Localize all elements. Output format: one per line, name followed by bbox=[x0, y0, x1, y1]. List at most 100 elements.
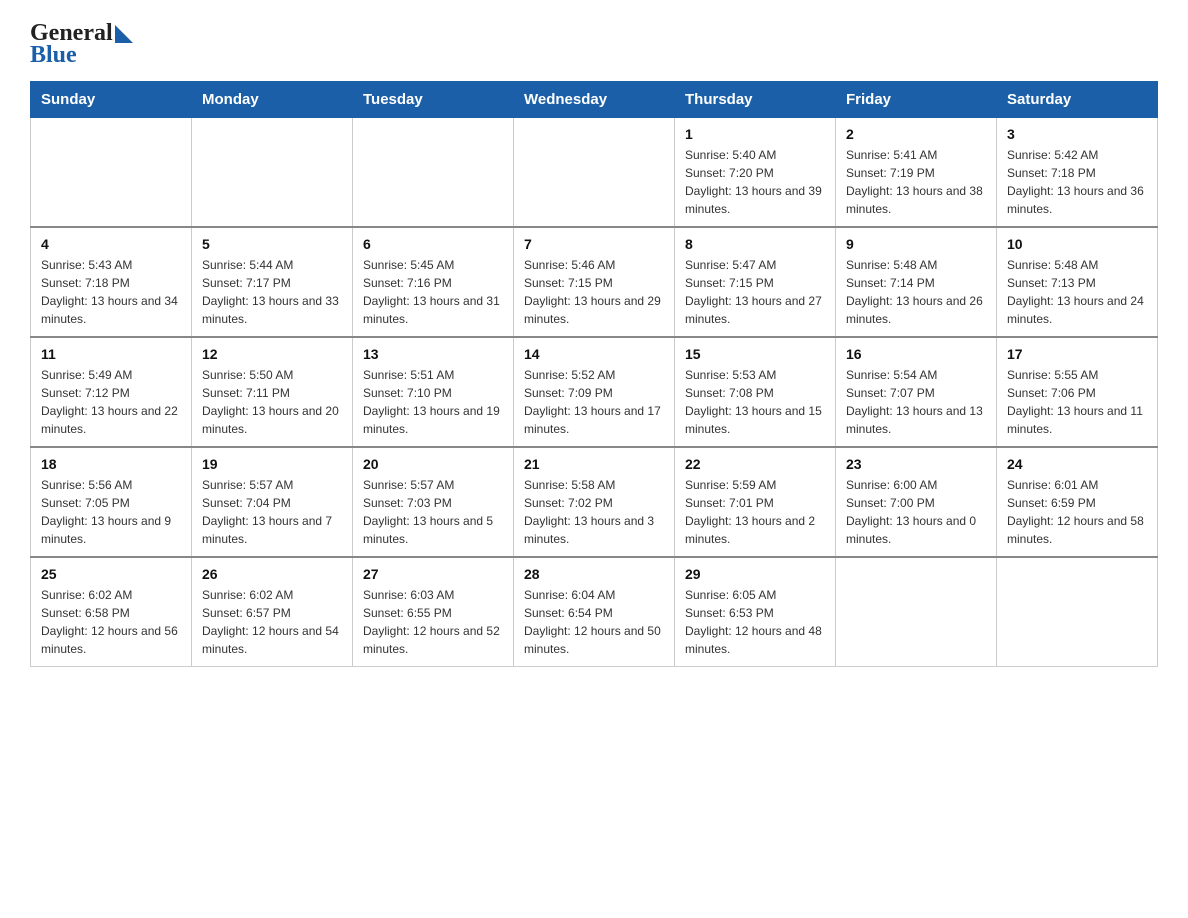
day-info: Sunrise: 5:40 AMSunset: 7:20 PMDaylight:… bbox=[685, 146, 825, 218]
day-number: 5 bbox=[202, 236, 342, 252]
calendar-day-cell: 18 Sunrise: 5:56 AMSunset: 7:05 PMDayligh… bbox=[31, 447, 192, 557]
day-number: 19 bbox=[202, 456, 342, 472]
day-number: 4 bbox=[41, 236, 181, 252]
calendar-day-cell: 28 Sunrise: 6:04 AMSunset: 6:54 PMDayligh… bbox=[514, 557, 675, 667]
calendar-day-cell bbox=[514, 117, 675, 227]
calendar-day-cell: 7 Sunrise: 5:46 AMSunset: 7:15 PMDaylight… bbox=[514, 227, 675, 337]
day-number: 16 bbox=[846, 346, 986, 362]
day-number: 26 bbox=[202, 566, 342, 582]
day-info: Sunrise: 5:49 AMSunset: 7:12 PMDaylight:… bbox=[41, 366, 181, 438]
day-info: Sunrise: 6:03 AMSunset: 6:55 PMDaylight:… bbox=[363, 586, 503, 658]
day-number: 2 bbox=[846, 126, 986, 142]
day-info: Sunrise: 5:55 AMSunset: 7:06 PMDaylight:… bbox=[1007, 366, 1147, 438]
day-number: 11 bbox=[41, 346, 181, 362]
calendar-day-header: Friday bbox=[836, 81, 997, 117]
calendar-day-cell: 13 Sunrise: 5:51 AMSunset: 7:10 PMDayligh… bbox=[353, 337, 514, 447]
calendar-day-cell: 16Sunrise: 5:54 AMSunset: 7:07 PMDayligh… bbox=[836, 337, 997, 447]
day-info: Sunrise: 5:41 AMSunset: 7:19 PMDaylight:… bbox=[846, 146, 986, 218]
day-number: 22 bbox=[685, 456, 825, 472]
day-info: Sunrise: 5:46 AMSunset: 7:15 PMDaylight:… bbox=[524, 256, 664, 328]
day-number: 1 bbox=[685, 126, 825, 142]
calendar-day-header: Tuesday bbox=[353, 81, 514, 117]
day-number: 23 bbox=[846, 456, 986, 472]
day-info: Sunrise: 6:01 AMSunset: 6:59 PMDaylight:… bbox=[1007, 476, 1147, 548]
calendar-week-row: 1 Sunrise: 5:40 AMSunset: 7:20 PMDaylight… bbox=[31, 117, 1158, 227]
day-number: 8 bbox=[685, 236, 825, 252]
calendar-day-header: Saturday bbox=[997, 81, 1158, 117]
day-number: 13 bbox=[363, 346, 503, 362]
calendar-day-cell bbox=[192, 117, 353, 227]
day-number: 9 bbox=[846, 236, 986, 252]
calendar-day-cell: 26 Sunrise: 6:02 AMSunset: 6:57 PMDayligh… bbox=[192, 557, 353, 667]
calendar-day-cell: 12 Sunrise: 5:50 AMSunset: 7:11 PMDayligh… bbox=[192, 337, 353, 447]
calendar-day-cell: 20Sunrise: 5:57 AMSunset: 7:03 PMDayligh… bbox=[353, 447, 514, 557]
calendar-day-cell: 14 Sunrise: 5:52 AMSunset: 7:09 PMDayligh… bbox=[514, 337, 675, 447]
calendar-week-row: 25 Sunrise: 6:02 AMSunset: 6:58 PMDayligh… bbox=[31, 557, 1158, 667]
day-info: Sunrise: 5:52 AMSunset: 7:09 PMDaylight:… bbox=[524, 366, 664, 438]
day-number: 7 bbox=[524, 236, 664, 252]
calendar-week-row: 18 Sunrise: 5:56 AMSunset: 7:05 PMDayligh… bbox=[31, 447, 1158, 557]
day-number: 25 bbox=[41, 566, 181, 582]
day-number: 28 bbox=[524, 566, 664, 582]
day-info: Sunrise: 5:50 AMSunset: 7:11 PMDaylight:… bbox=[202, 366, 342, 438]
day-number: 17 bbox=[1007, 346, 1147, 362]
day-number: 15 bbox=[685, 346, 825, 362]
calendar-day-header: Wednesday bbox=[514, 81, 675, 117]
calendar-day-cell bbox=[997, 557, 1158, 667]
day-number: 3 bbox=[1007, 126, 1147, 142]
calendar-day-cell: 1 Sunrise: 5:40 AMSunset: 7:20 PMDaylight… bbox=[675, 117, 836, 227]
calendar-day-cell: 9 Sunrise: 5:48 AMSunset: 7:14 PMDaylight… bbox=[836, 227, 997, 337]
day-info: Sunrise: 5:59 AMSunset: 7:01 PMDaylight:… bbox=[685, 476, 825, 548]
day-number: 27 bbox=[363, 566, 503, 582]
calendar-day-cell bbox=[353, 117, 514, 227]
day-info: Sunrise: 5:58 AMSunset: 7:02 PMDaylight:… bbox=[524, 476, 664, 548]
day-number: 29 bbox=[685, 566, 825, 582]
calendar-day-cell: 11 Sunrise: 5:49 AMSunset: 7:12 PMDayligh… bbox=[31, 337, 192, 447]
calendar-day-cell: 29 Sunrise: 6:05 AMSunset: 6:53 PMDayligh… bbox=[675, 557, 836, 667]
day-info: Sunrise: 5:48 AMSunset: 7:14 PMDaylight:… bbox=[846, 256, 986, 328]
day-info: Sunrise: 5:57 AMSunset: 7:03 PMDaylight:… bbox=[363, 476, 503, 548]
day-info: Sunrise: 6:04 AMSunset: 6:54 PMDaylight:… bbox=[524, 586, 664, 658]
logo-triangle-icon bbox=[115, 25, 133, 43]
calendar-day-cell: 8 Sunrise: 5:47 AMSunset: 7:15 PMDaylight… bbox=[675, 227, 836, 337]
calendar-day-cell bbox=[836, 557, 997, 667]
logo: General Blue bbox=[30, 20, 133, 69]
calendar-day-cell: 21 Sunrise: 5:58 AMSunset: 7:02 PMDayligh… bbox=[514, 447, 675, 557]
calendar-day-cell: 2 Sunrise: 5:41 AMSunset: 7:19 PMDaylight… bbox=[836, 117, 997, 227]
calendar-day-cell: 15 Sunrise: 5:53 AMSunset: 7:08 PMDayligh… bbox=[675, 337, 836, 447]
calendar-day-cell: 27 Sunrise: 6:03 AMSunset: 6:55 PMDayligh… bbox=[353, 557, 514, 667]
day-info: Sunrise: 6:05 AMSunset: 6:53 PMDaylight:… bbox=[685, 586, 825, 658]
day-info: Sunrise: 5:45 AMSunset: 7:16 PMDaylight:… bbox=[363, 256, 503, 328]
calendar-day-cell: 6 Sunrise: 5:45 AMSunset: 7:16 PMDaylight… bbox=[353, 227, 514, 337]
day-info: Sunrise: 5:44 AMSunset: 7:17 PMDaylight:… bbox=[202, 256, 342, 328]
calendar-day-cell: 5 Sunrise: 5:44 AMSunset: 7:17 PMDaylight… bbox=[192, 227, 353, 337]
day-number: 14 bbox=[524, 346, 664, 362]
calendar-day-cell: 17 Sunrise: 5:55 AMSunset: 7:06 PMDayligh… bbox=[997, 337, 1158, 447]
day-number: 10 bbox=[1007, 236, 1147, 252]
day-number: 18 bbox=[41, 456, 181, 472]
calendar-table: SundayMondayTuesdayWednesdayThursdayFrid… bbox=[30, 81, 1158, 667]
day-info: Sunrise: 5:47 AMSunset: 7:15 PMDaylight:… bbox=[685, 256, 825, 328]
day-info: Sunrise: 5:42 AMSunset: 7:18 PMDaylight:… bbox=[1007, 146, 1147, 218]
calendar-day-cell: 3 Sunrise: 5:42 AMSunset: 7:18 PMDaylight… bbox=[997, 117, 1158, 227]
calendar-day-header: Thursday bbox=[675, 81, 836, 117]
day-info: Sunrise: 5:51 AMSunset: 7:10 PMDaylight:… bbox=[363, 366, 503, 438]
logo: General Blue bbox=[30, 20, 133, 69]
day-info: Sunrise: 6:02 AMSunset: 6:58 PMDaylight:… bbox=[41, 586, 181, 658]
page-header: General Blue bbox=[30, 20, 1158, 69]
day-number: 24 bbox=[1007, 456, 1147, 472]
calendar-day-cell: 19Sunrise: 5:57 AMSunset: 7:04 PMDayligh… bbox=[192, 447, 353, 557]
day-number: 12 bbox=[202, 346, 342, 362]
calendar-week-row: 4Sunrise: 5:43 AMSunset: 7:18 PMDaylight… bbox=[31, 227, 1158, 337]
day-info: Sunrise: 5:53 AMSunset: 7:08 PMDaylight:… bbox=[685, 366, 825, 438]
calendar-week-row: 11 Sunrise: 5:49 AMSunset: 7:12 PMDayligh… bbox=[31, 337, 1158, 447]
day-info: Sunrise: 6:00 AMSunset: 7:00 PMDaylight:… bbox=[846, 476, 986, 548]
day-number: 21 bbox=[524, 456, 664, 472]
calendar-day-cell: 23 Sunrise: 6:00 AMSunset: 7:00 PMDayligh… bbox=[836, 447, 997, 557]
day-info: Sunrise: 5:48 AMSunset: 7:13 PMDaylight:… bbox=[1007, 256, 1147, 328]
day-number: 6 bbox=[363, 236, 503, 252]
calendar-day-header: Sunday bbox=[31, 81, 192, 117]
day-info: Sunrise: 6:02 AMSunset: 6:57 PMDaylight:… bbox=[202, 586, 342, 658]
day-info: Sunrise: 5:56 AMSunset: 7:05 PMDaylight:… bbox=[41, 476, 181, 548]
calendar-header-row: SundayMondayTuesdayWednesdayThursdayFrid… bbox=[31, 81, 1158, 117]
